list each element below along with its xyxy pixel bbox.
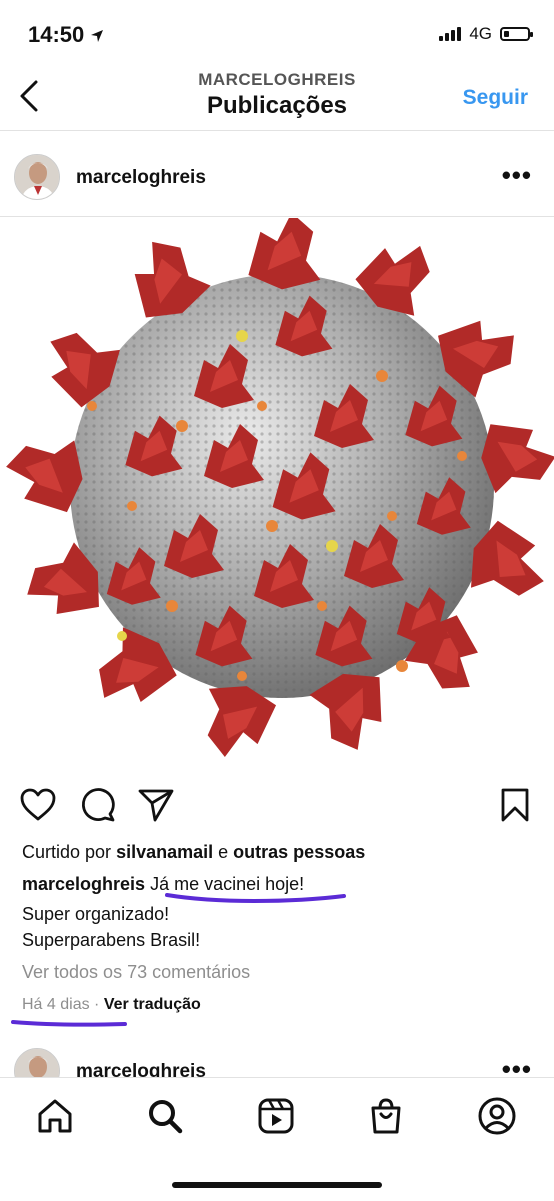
post-meta: Há 4 dias · Ver tradução: [22, 996, 201, 1014]
caption-line-3: Superparabens Brasil!: [22, 930, 201, 950]
tab-search[interactable]: [145, 1096, 185, 1136]
comment-icon: [81, 788, 115, 822]
share-button[interactable]: [138, 788, 174, 822]
caption-line-2: Super organizado!: [22, 904, 170, 924]
coronavirus-illustration: [4, 212, 554, 765]
liked-by-text: Curtido por silvanamail e outras pessoas: [22, 842, 365, 863]
post-header-divider: [0, 216, 554, 217]
heart-icon: [20, 788, 56, 821]
tab-home[interactable]: [35, 1096, 75, 1136]
shop-icon: [371, 1098, 401, 1134]
liked-prefix: Curtido por: [22, 842, 112, 862]
post-username[interactable]: marceloghreis: [76, 167, 206, 189]
view-comments-link[interactable]: Ver todos os 73 comentários: [22, 962, 250, 983]
save-button[interactable]: [500, 788, 530, 822]
liked-and: e: [218, 842, 229, 862]
next-more-options-icon[interactable]: •••: [502, 1056, 532, 1082]
reels-icon: [258, 1098, 294, 1134]
post-image[interactable]: [0, 212, 554, 773]
liked-others-link[interactable]: outras pessoas: [233, 842, 365, 862]
caption-username[interactable]: marceloghreis: [22, 874, 145, 894]
tab-shop[interactable]: [366, 1096, 406, 1136]
battery-icon: [500, 27, 533, 41]
bookmark-icon: [501, 788, 529, 822]
profile-icon: [478, 1097, 516, 1135]
avatar[interactable]: [14, 154, 60, 200]
home-indicator: [172, 1182, 382, 1188]
header-divider: [0, 130, 554, 131]
search-icon: [149, 1100, 183, 1134]
status-indicators: 4G: [439, 24, 533, 44]
underline-annotation: [165, 893, 346, 904]
like-button[interactable]: [20, 788, 56, 822]
home-icon: [38, 1099, 72, 1133]
status-time: 14:50: [28, 22, 104, 48]
location-arrow-icon: [91, 30, 104, 43]
underline-annotation-2: [11, 1020, 127, 1027]
time-ago: Há 4 dias: [22, 996, 90, 1013]
comment-button[interactable]: [80, 787, 116, 823]
translate-link[interactable]: Ver tradução: [104, 996, 201, 1013]
liked-user-link[interactable]: silvanamail: [116, 842, 213, 862]
follow-button[interactable]: Seguir: [463, 86, 528, 110]
network-label: 4G: [469, 24, 492, 43]
meta-separator: ·: [94, 996, 100, 1013]
tab-profile[interactable]: [477, 1096, 517, 1136]
tab-reels[interactable]: [256, 1096, 296, 1136]
signal-icon: [439, 27, 462, 41]
more-options-icon[interactable]: •••: [502, 162, 532, 188]
send-icon: [138, 789, 174, 822]
